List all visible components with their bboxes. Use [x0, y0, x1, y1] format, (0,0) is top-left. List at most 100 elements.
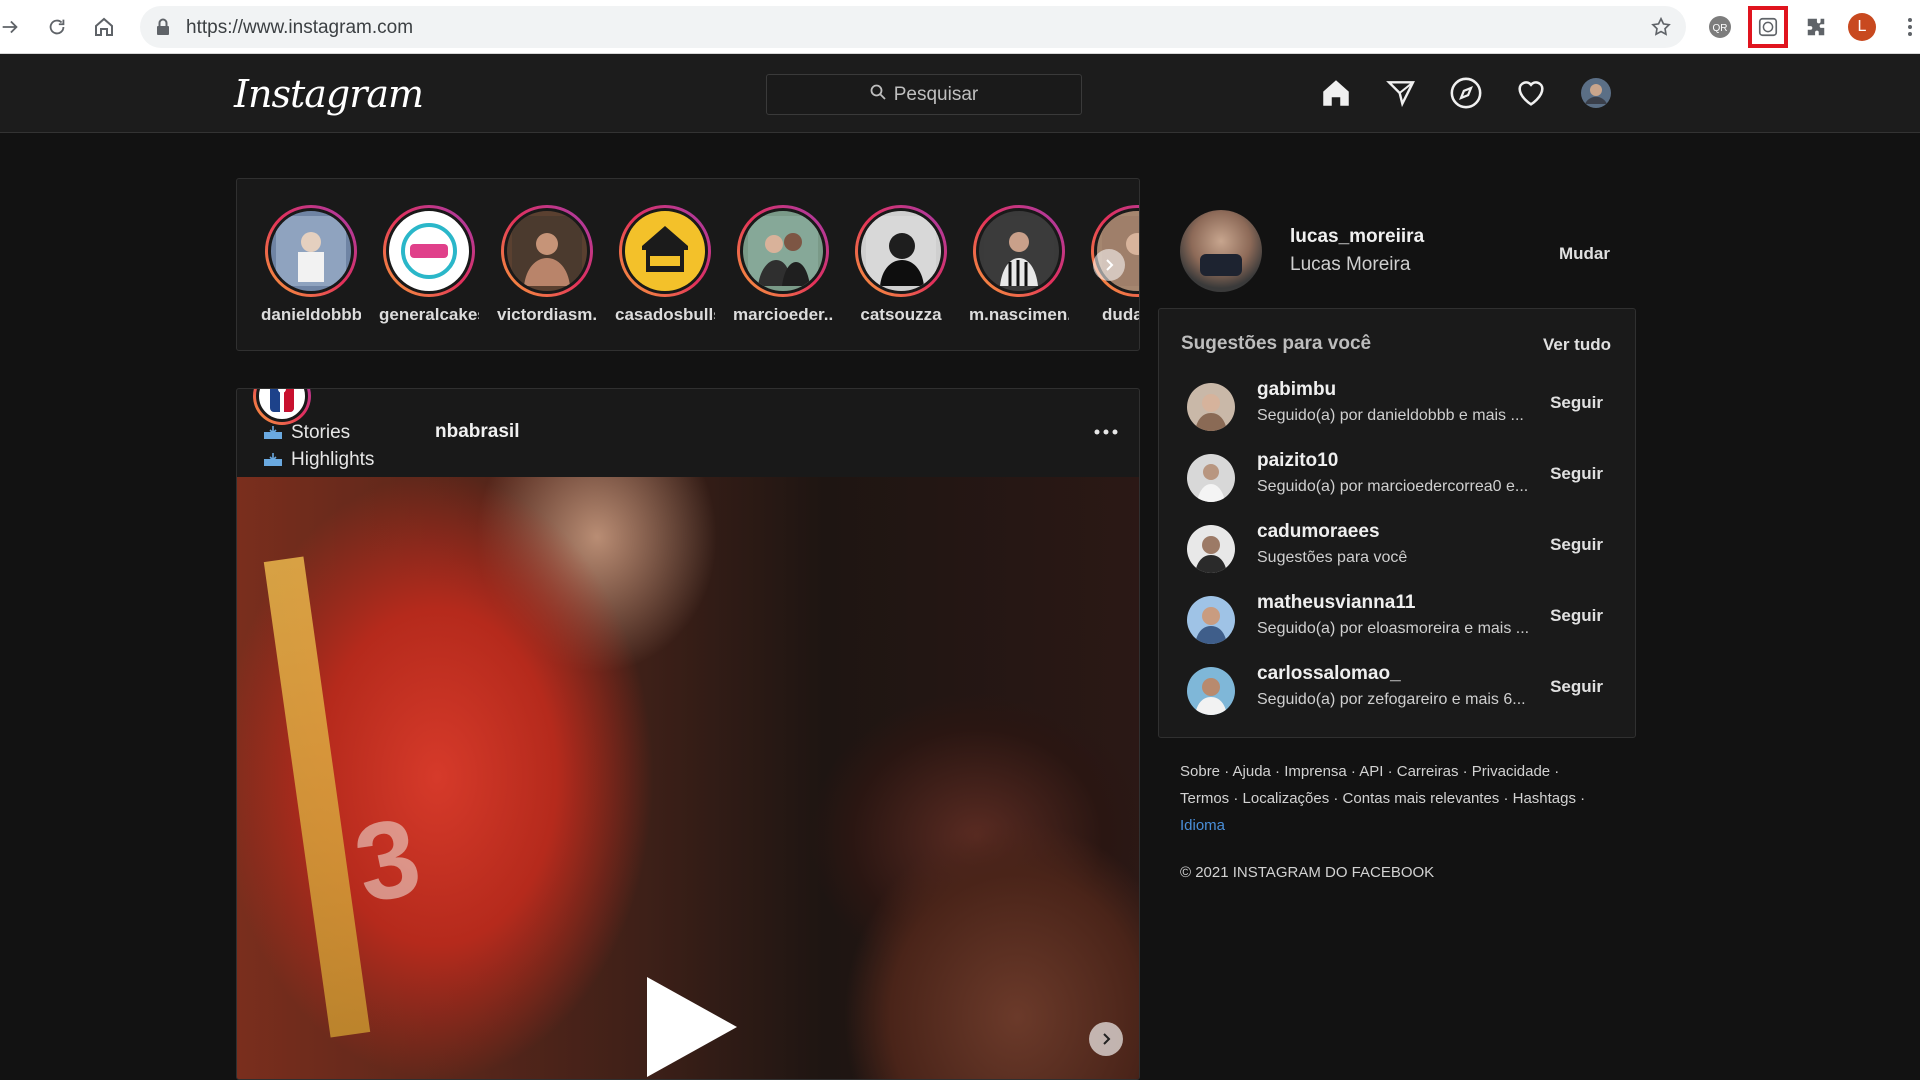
direct-message-icon[interactable]	[1381, 73, 1421, 113]
story-username: marcioeder...	[733, 305, 833, 324]
stories-next-button[interactable]	[1093, 249, 1125, 281]
stories-link[interactable]: Stories	[263, 419, 374, 446]
url-text: https://www.instagram.com	[186, 17, 414, 38]
suggestion-detail: Seguido(a) por marcioedercorrea0 e...	[1257, 478, 1529, 495]
suggestion-avatar[interactable]	[1187, 383, 1235, 431]
suggestion-detail: Sugestões para você	[1257, 549, 1408, 566]
bookmark-star-icon[interactable]	[1650, 16, 1672, 43]
footer-links-row[interactable]: Termos · Localizações · Contas mais rele…	[1180, 785, 1620, 812]
profile-avatar-icon[interactable]: L	[1846, 11, 1878, 43]
jersey-graphic	[263, 556, 371, 1038]
story-username: dudam...	[1102, 305, 1140, 324]
follow-button[interactable]: Seguir	[1550, 677, 1603, 697]
story-item[interactable]: marcioeder...	[733, 205, 833, 325]
search-icon	[870, 84, 886, 106]
jersey-graphic: 3	[344, 793, 431, 928]
story-avatar	[386, 208, 472, 294]
profile-initial: L	[1848, 13, 1876, 41]
story-item[interactable]: victordiasm...	[497, 205, 597, 325]
post-header: Stories Highlights nbabrasil	[237, 389, 1139, 477]
suggestion-detail: Seguido(a) por eloasmoreira e mais ...	[1257, 620, 1530, 637]
language-link[interactable]: Idioma	[1180, 812, 1620, 839]
download-icon	[264, 452, 282, 466]
stories-tray: danieldobbb generalcakes victordiasm... …	[236, 178, 1140, 351]
story-item[interactable]: casadosbulls	[615, 205, 715, 325]
extension-qr-icon[interactable]: QR	[1704, 11, 1736, 43]
lock-icon	[156, 18, 170, 41]
story-item[interactable]: generalcakes	[379, 205, 479, 325]
current-user-card: lucas_moreiira Lucas Moreira Mudar	[1178, 208, 1638, 298]
feed-post: 3 Stories Highlights nbabrasil	[236, 388, 1140, 1080]
suggestion-username[interactable]: paizito10	[1257, 450, 1338, 472]
story-avatar	[858, 208, 944, 294]
search-input[interactable]: Pesquisar	[766, 74, 1082, 115]
explore-compass-icon[interactable]	[1446, 73, 1486, 113]
search-placeholder: Pesquisar	[893, 83, 979, 105]
extension-menu-links: Stories Highlights	[263, 419, 374, 473]
suggestion-username[interactable]: gabimbu	[1257, 379, 1336, 401]
suggestion-detail: Seguido(a) por danieldobbb e mais ...	[1257, 407, 1524, 424]
browser-menu-icon[interactable]	[1894, 11, 1920, 43]
story-item[interactable]: catsouzza	[851, 205, 951, 325]
media-next-button[interactable]	[1089, 1022, 1123, 1056]
suggestion-avatar[interactable]	[1187, 667, 1235, 715]
chevron-right-icon	[1106, 259, 1114, 271]
activity-heart-icon[interactable]	[1511, 73, 1551, 113]
suggestion-item: gabimbu Seguido(a) por danieldobbb e mai…	[1187, 377, 1627, 437]
home-icon[interactable]	[1316, 73, 1356, 113]
see-all-button[interactable]: Ver tudo	[1543, 335, 1611, 355]
home-browser-icon[interactable]	[88, 11, 120, 43]
svg-text:QR: QR	[1713, 23, 1728, 34]
story-username: m.nascimen...	[969, 305, 1069, 324]
highlights-link[interactable]: Highlights	[263, 446, 374, 473]
follow-button[interactable]: Seguir	[1550, 535, 1603, 555]
copyright-text: © 2021 INSTAGRAM DO FACEBOOK	[1180, 864, 1435, 881]
stories-link-label: Stories	[291, 422, 351, 443]
extensions-puzzle-icon[interactable]	[1800, 11, 1832, 43]
browser-toolbar: https://www.instagram.com QR L	[0, 0, 1920, 54]
story-avatar	[976, 208, 1062, 294]
address-bar[interactable]: https://www.instagram.com	[140, 6, 1686, 48]
suggestion-item: paizito10 Seguido(a) por marcioedercorre…	[1187, 448, 1627, 508]
forward-icon[interactable]	[0, 11, 26, 43]
suggestion-item: carlossalomao_ Seguido(a) por zefogareir…	[1187, 661, 1627, 721]
suggestion-avatar[interactable]	[1187, 525, 1235, 573]
story-item[interactable]: m.nascimen...	[969, 205, 1069, 325]
current-username[interactable]: lucas_moreiira	[1290, 226, 1424, 248]
instagram-logo[interactable]: Instagram	[234, 72, 424, 116]
extension-highlighted-icon[interactable]	[1748, 6, 1788, 48]
story-username: generalcakes	[379, 305, 479, 324]
story-avatar	[504, 208, 590, 294]
suggestions-title: Sugestões para você	[1181, 333, 1372, 354]
highlights-link-label: Highlights	[291, 449, 375, 470]
story-avatar	[622, 208, 708, 294]
suggestion-username[interactable]: matheusvianna11	[1257, 592, 1415, 614]
story-username: danieldobbb	[261, 305, 361, 324]
story-avatar	[268, 208, 354, 294]
footer-links-row[interactable]: Sobre · Ajuda · Imprensa · API · Carreir…	[1180, 758, 1620, 785]
follow-button[interactable]: Seguir	[1550, 393, 1603, 413]
suggestion-avatar[interactable]	[1187, 596, 1235, 644]
current-fullname: Lucas Moreira	[1290, 254, 1411, 275]
current-user-avatar[interactable]	[1180, 210, 1262, 292]
follow-button[interactable]: Seguir	[1550, 606, 1603, 626]
suggestions-panel: Sugestões para você Ver tudo gabimbu Seg…	[1158, 308, 1636, 738]
story-username: casadosbulls	[615, 305, 715, 324]
post-username[interactable]: nbabrasil	[435, 421, 519, 443]
profile-avatar-small[interactable]	[1576, 73, 1616, 113]
post-video[interactable]: 3	[237, 477, 1139, 1079]
suggestion-username[interactable]: carlossalomao_	[1257, 663, 1401, 685]
story-username: victordiasm...	[497, 305, 597, 324]
more-options-icon[interactable]	[1091, 425, 1121, 439]
follow-button[interactable]: Seguir	[1550, 464, 1603, 484]
nba-logo-icon	[270, 389, 294, 412]
instagram-navbar: Instagram Pesquisar	[0, 54, 1920, 133]
download-icon	[264, 425, 282, 439]
switch-account-button[interactable]: Mudar	[1559, 244, 1610, 264]
story-avatar	[740, 208, 826, 294]
story-item[interactable]: danieldobbb	[261, 205, 361, 325]
reload-icon[interactable]	[41, 11, 73, 43]
suggestion-username[interactable]: cadumoraees	[1257, 521, 1380, 543]
play-icon[interactable]	[647, 977, 737, 1077]
suggestion-avatar[interactable]	[1187, 454, 1235, 502]
